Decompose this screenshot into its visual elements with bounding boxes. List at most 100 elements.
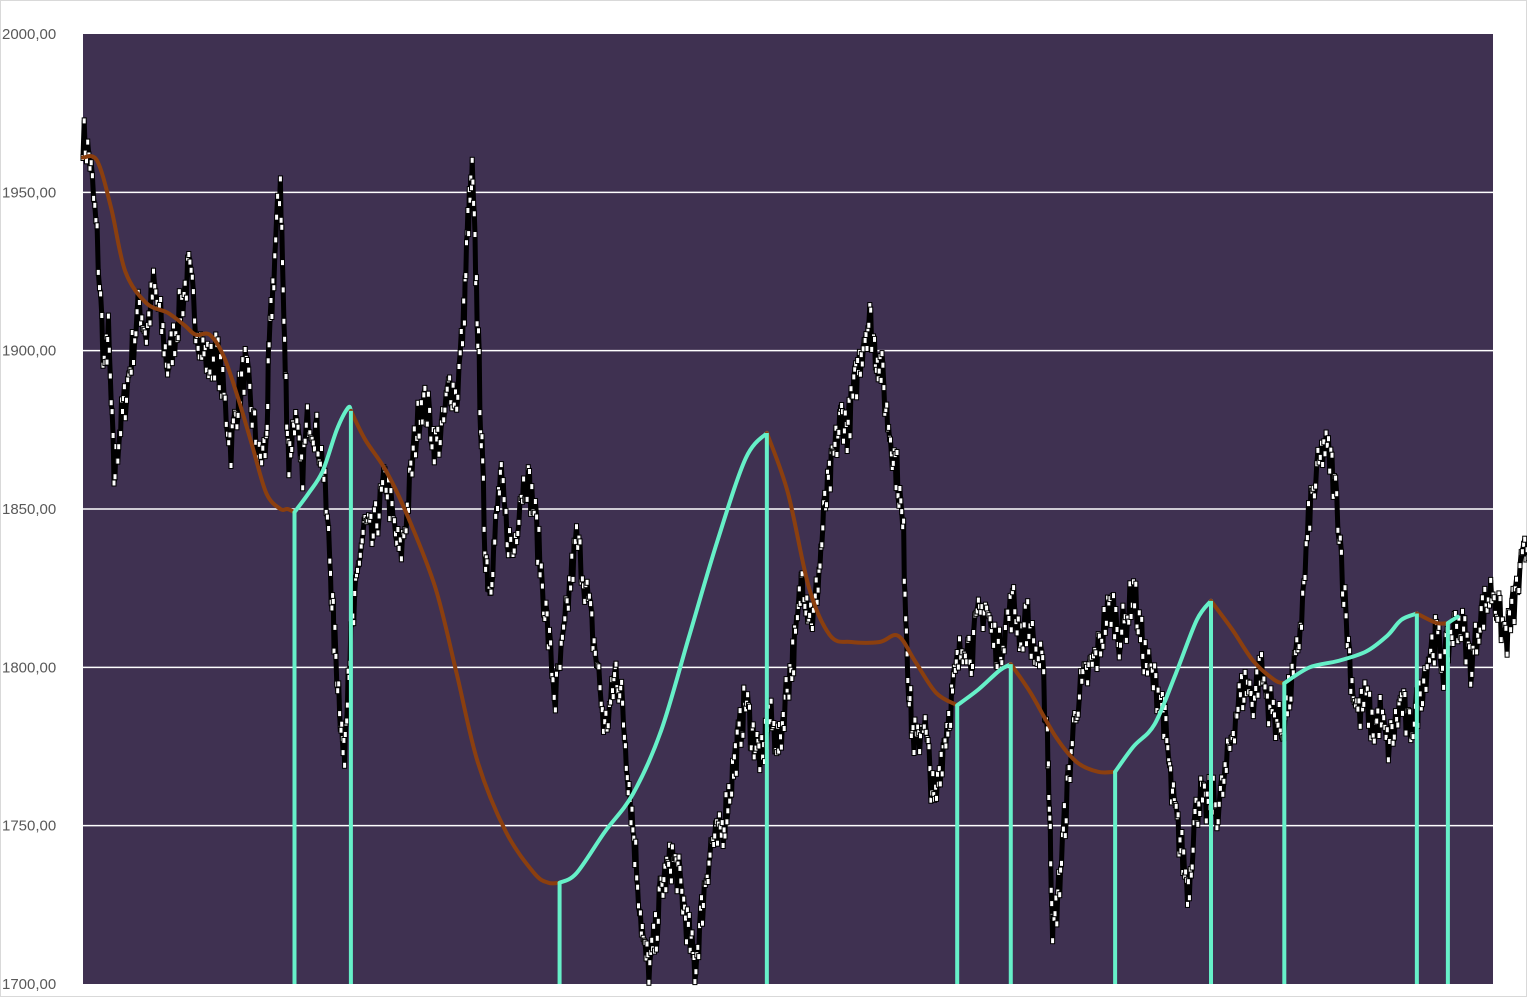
- price-marker: [903, 627, 909, 635]
- price-marker: [413, 451, 418, 459]
- price-marker: [653, 911, 658, 919]
- price-marker: [733, 769, 739, 777]
- price-marker: [591, 637, 597, 645]
- price-marker: [332, 623, 338, 631]
- price-marker: [589, 610, 595, 618]
- price-marker: [1128, 613, 1134, 620]
- price-marker: [1221, 777, 1227, 785]
- price-marker: [208, 342, 214, 350]
- price-marker: [375, 529, 381, 537]
- price-marker: [1079, 677, 1085, 685]
- price-marker: [1142, 639, 1148, 647]
- price-marker: [1322, 450, 1328, 458]
- price-marker: [863, 331, 869, 338]
- price-marker: [441, 416, 447, 424]
- price-marker: [639, 923, 645, 930]
- price-marker: [1272, 711, 1277, 719]
- price-marker: [1320, 461, 1326, 468]
- price-marker: [626, 781, 632, 788]
- price-marker: [1186, 894, 1192, 902]
- price-marker: [1188, 871, 1194, 879]
- price-marker: [1276, 701, 1282, 708]
- price-marker: [997, 626, 1002, 634]
- price-marker: [855, 357, 861, 364]
- price-marker: [820, 524, 826, 532]
- price-marker: [431, 458, 437, 466]
- price-marker: [368, 512, 374, 520]
- price-marker: [729, 790, 735, 798]
- price-marker: [1481, 623, 1487, 631]
- price-marker: [1400, 709, 1405, 717]
- price-marker: [1041, 668, 1047, 676]
- price-marker: [409, 470, 415, 478]
- price-marker: [352, 590, 358, 597]
- price-marker: [388, 487, 394, 495]
- price-marker: [832, 440, 838, 448]
- price-marker: [134, 308, 140, 316]
- price-marker: [1152, 662, 1158, 670]
- price-marker: [143, 338, 149, 346]
- price-marker: [264, 429, 270, 437]
- price-marker: [330, 592, 336, 600]
- price-marker: [903, 615, 909, 623]
- price-marker: [552, 706, 558, 714]
- price-marker: [1474, 648, 1480, 656]
- price-marker: [1155, 686, 1161, 694]
- price-marker: [1242, 668, 1248, 676]
- price-marker: [355, 566, 360, 574]
- price-marker: [1138, 636, 1143, 644]
- price-marker: [337, 710, 343, 718]
- price-marker: [1165, 744, 1171, 752]
- price-marker: [124, 396, 129, 404]
- price-marker: [804, 594, 810, 602]
- price-marker: [330, 597, 336, 605]
- price-marker: [558, 639, 564, 647]
- price-marker: [335, 687, 341, 695]
- price-marker: [158, 296, 164, 303]
- price-marker: [596, 663, 602, 671]
- price-marker: [478, 442, 484, 450]
- price-marker: [1240, 704, 1246, 712]
- price-marker: [1015, 615, 1021, 623]
- price-marker: [1469, 670, 1475, 678]
- price-marker: [1460, 607, 1465, 615]
- price-marker: [435, 425, 441, 433]
- price-marker: [1522, 535, 1527, 543]
- price-marker: [747, 703, 752, 711]
- price-marker: [1323, 429, 1329, 437]
- price-marker: [946, 710, 952, 717]
- price-marker: [791, 669, 797, 677]
- price-marker: [1052, 910, 1058, 918]
- price-marker: [888, 436, 893, 444]
- price-marker: [1498, 636, 1504, 644]
- price-marker: [1503, 624, 1509, 632]
- price-marker: [1288, 695, 1294, 703]
- price-marker: [303, 421, 309, 429]
- price-marker: [167, 339, 173, 347]
- price-marker: [1441, 683, 1447, 691]
- price-marker: [200, 336, 206, 344]
- price-marker: [342, 731, 348, 738]
- price-marker: [579, 575, 585, 583]
- price-marker: [1514, 575, 1519, 583]
- price-marker: [300, 484, 306, 492]
- price-marker: [411, 425, 417, 433]
- price-marker: [745, 691, 751, 699]
- price-marker: [1259, 651, 1264, 659]
- price-marker: [1118, 641, 1123, 649]
- price-marker: [1376, 732, 1382, 739]
- price-marker: [661, 876, 667, 884]
- price-marker: [706, 859, 712, 867]
- price-marker: [1029, 620, 1035, 627]
- price-marker: [617, 692, 623, 700]
- price-marker: [707, 851, 713, 859]
- price-marker: [92, 201, 98, 209]
- price-marker: [1102, 628, 1108, 636]
- price-marker: [781, 725, 787, 732]
- price-marker: [1304, 534, 1310, 542]
- price-marker: [751, 753, 757, 761]
- price-marker: [1116, 653, 1122, 661]
- price-marker: [1164, 737, 1170, 745]
- price-marker: [429, 443, 435, 451]
- price-marker: [474, 320, 480, 328]
